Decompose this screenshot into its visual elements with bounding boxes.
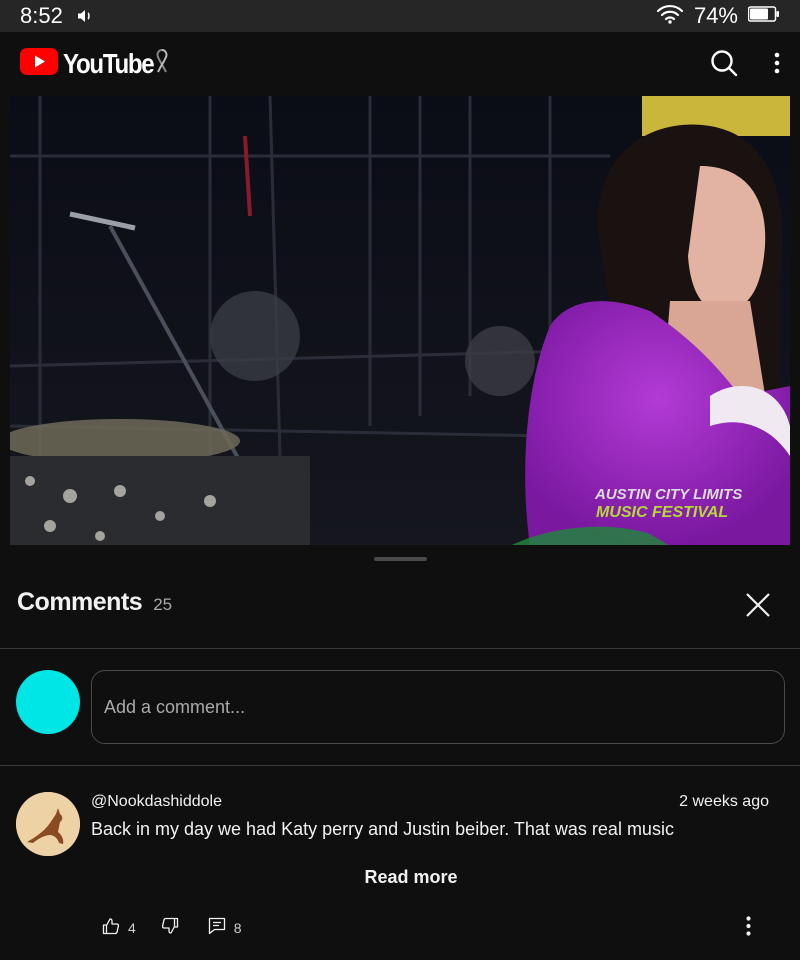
comment-more-button[interactable] [736, 915, 760, 939]
like-button[interactable]: 4 [102, 917, 136, 938]
wifi-icon [656, 4, 684, 29]
search-button[interactable] [710, 49, 738, 80]
comment-text: Back in my day we had Katy perry and Jus… [91, 819, 674, 839]
reply-count: 8 [233, 919, 242, 936]
like-count: 4 [128, 919, 136, 936]
comments-sheet: Comments 25 @Nookdashiddole 2 weeks ago … [0, 545, 800, 960]
status-right: 74% [656, 3, 780, 29]
close-comments-button[interactable] [740, 588, 776, 624]
header-divider [0, 648, 800, 649]
thumbs-up-icon [102, 917, 120, 938]
comment-time: 2 weeks ago [679, 793, 769, 810]
comment-author[interactable]: @Nookdashiddole [91, 793, 222, 811]
more-vert-icon [774, 52, 780, 77]
comment-actions: 4 8 [102, 917, 242, 938]
app-bar: YouTube [0, 32, 800, 96]
dislike-button[interactable] [161, 917, 179, 938]
app-actions [710, 49, 780, 80]
video-overlay-logo: AUSTIN CITY LIMITS MUSIC FESTIVAL [594, 486, 742, 521]
battery-icon [747, 5, 780, 27]
reply-button[interactable]: 8 [208, 917, 242, 938]
drag-handle[interactable] [374, 557, 427, 561]
status-bar: 8:52 74% [0, 0, 800, 32]
read-more-button[interactable]: Read more [0, 867, 800, 888]
close-icon [745, 592, 771, 621]
my-avatar[interactable] [16, 670, 80, 734]
comments-title: Comments [17, 588, 143, 616]
status-time: 8:52 [20, 3, 63, 28]
more-vert-icon [745, 915, 751, 939]
video-frame: AUSTIN CITY LIMITS MUSIC FESTIVAL [10, 96, 790, 546]
video-player[interactable]: AUSTIN CITY LIMITS MUSIC FESTIVAL [10, 96, 790, 546]
battery-percent: 74% [693, 3, 738, 28]
thumbs-down-icon [161, 917, 179, 938]
search-icon [710, 49, 738, 80]
more-options-button[interactable] [774, 52, 780, 77]
volume-icon [77, 9, 93, 23]
youtube-logo-text: YouTube [63, 48, 155, 79]
overlay-line1: AUSTIN CITY LIMITS [594, 486, 742, 503]
kangaroo-icon [16, 792, 80, 856]
add-comment-input[interactable] [91, 670, 785, 744]
youtube-logo[interactable]: YouTube [20, 48, 170, 81]
comment-item: @Nookdashiddole 2 weeks ago Back in my d… [0, 766, 800, 960]
youtube-logo-icon [20, 48, 58, 80]
awareness-ribbon-icon [154, 48, 170, 81]
comments-header: Comments 25 [17, 588, 172, 617]
comments-count: 25 [153, 595, 173, 614]
overlay-line2: MUSIC FESTIVAL [596, 504, 728, 521]
commenter-avatar[interactable] [16, 792, 80, 856]
reply-icon [208, 917, 226, 938]
